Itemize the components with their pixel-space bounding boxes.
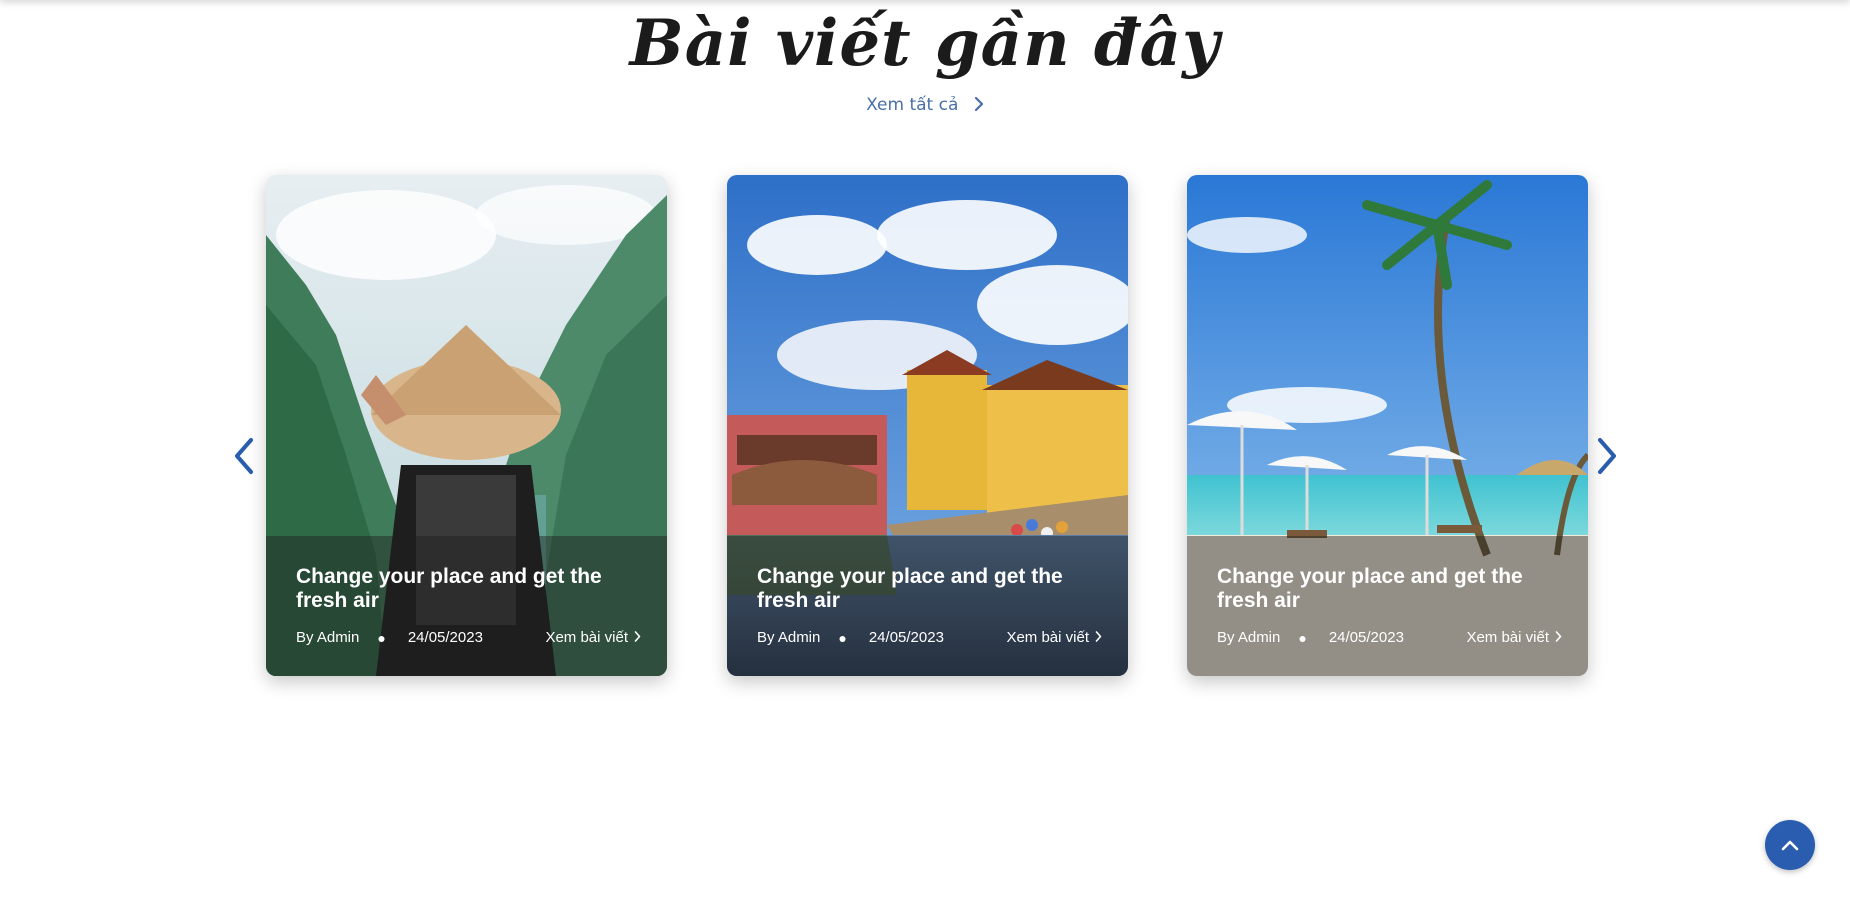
recent-posts-page: Bài viết gần đây Xem tất cả Change your … xyxy=(0,0,1850,898)
chevron-right-icon xyxy=(634,629,641,646)
post-meta: By Admin ● 24/05/2023 Xem bài viết xyxy=(1217,629,1562,646)
separator-dot-icon: ● xyxy=(838,629,847,646)
read-post-label: Xem bài viết xyxy=(545,629,628,646)
post-meta: By Admin ● 24/05/2023 Xem bài viết xyxy=(757,629,1102,646)
chevron-right-icon xyxy=(1095,629,1102,646)
post-date: 24/05/2023 xyxy=(1328,629,1404,646)
post-author: By Admin xyxy=(296,629,360,646)
read-post-label: Xem bài viết xyxy=(1006,629,1089,646)
separator-dot-icon: ● xyxy=(1298,629,1307,646)
chevron-up-icon xyxy=(1781,840,1799,851)
back-to-top-button[interactable] xyxy=(1765,820,1815,870)
post-date: 24/05/2023 xyxy=(868,629,944,646)
post-author: By Admin xyxy=(757,629,821,646)
chevron-right-icon xyxy=(1555,629,1562,646)
post-date: 24/05/2023 xyxy=(407,629,483,646)
posts-carousel: Change your place and get the fresh air … xyxy=(0,0,1850,898)
post-card[interactable]: Change your place and get the fresh air … xyxy=(266,175,667,676)
post-author: By Admin xyxy=(1217,629,1281,646)
read-post-link[interactable]: Xem bài viết xyxy=(1466,629,1562,646)
read-post-link[interactable]: Xem bài viết xyxy=(545,629,641,646)
carousel-next-button[interactable] xyxy=(1592,436,1622,476)
separator-dot-icon: ● xyxy=(377,629,386,646)
read-post-link[interactable]: Xem bài viết xyxy=(1006,629,1102,646)
post-card[interactable]: Change your place and get the fresh air … xyxy=(727,175,1128,676)
carousel-prev-button[interactable] xyxy=(229,436,259,476)
chevron-right-icon xyxy=(1598,438,1616,474)
chevron-left-icon xyxy=(235,438,253,474)
post-title: Change your place and get the fresh air xyxy=(757,565,1063,612)
post-title: Change your place and get the fresh air xyxy=(296,565,602,612)
read-post-label: Xem bài viết xyxy=(1466,629,1549,646)
post-title: Change your place and get the fresh air xyxy=(1217,565,1523,612)
post-card[interactable]: Change your place and get the fresh air … xyxy=(1187,175,1588,676)
post-meta: By Admin ● 24/05/2023 Xem bài viết xyxy=(296,629,641,646)
